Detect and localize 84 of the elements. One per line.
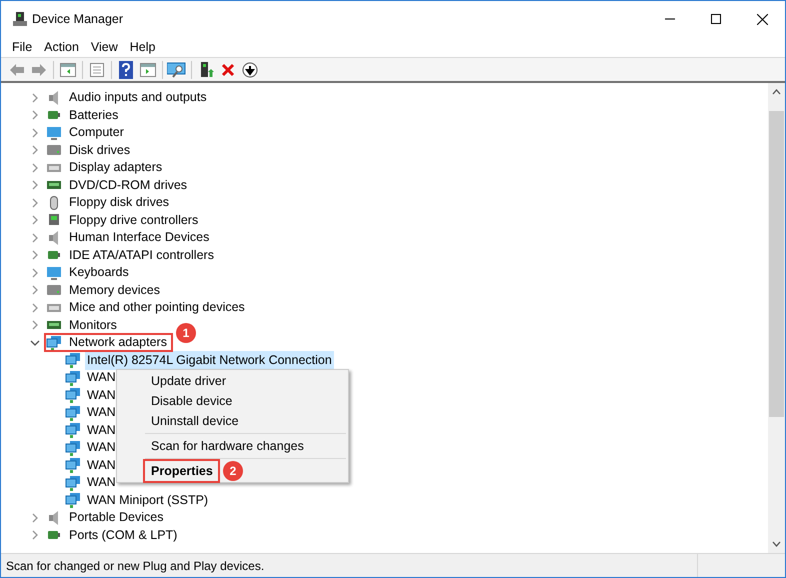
tree-item[interactable]: Keyboards (68, 263, 130, 282)
expand-chevron-icon[interactable] (30, 302, 40, 313)
network-icon (65, 440, 81, 456)
expand-chevron-icon[interactable] (30, 110, 40, 120)
expand-chevron-icon[interactable] (30, 162, 40, 173)
network-icon (65, 492, 81, 508)
monitor-search-icon (167, 62, 187, 78)
network-icon (65, 387, 81, 404)
tree-item[interactable]: Monitors (68, 316, 118, 335)
expand-chevron-icon[interactable] (30, 198, 40, 208)
device-upload-icon (198, 62, 214, 78)
tree-item[interactable]: Network adapters (68, 333, 168, 352)
network-icon (65, 404, 81, 421)
step-badge: 2 (223, 461, 243, 481)
context-menu-item[interactable]: Update driver (117, 371, 348, 391)
monitor-icon (46, 124, 62, 141)
scrollbar[interactable] (768, 83, 785, 553)
tree-item[interactable]: WAN Miniport (SSTP) (85, 490, 210, 510)
expand-chevron-icon[interactable] (30, 285, 40, 296)
app-icon (12, 11, 28, 27)
tree-item[interactable]: DVD/CD-ROM drives (68, 176, 188, 195)
tree-item[interactable]: Floppy disk drives (68, 193, 170, 212)
scroll-thumb[interactable] (769, 111, 784, 417)
network-icon (65, 370, 81, 386)
expand-chevron-icon[interactable] (30, 512, 40, 523)
tree-item[interactable]: Intel(R) 82574L Gigabit Network Connection (85, 350, 334, 370)
tree-item[interactable]: WAN (85, 403, 118, 422)
monitor-icon (46, 264, 62, 281)
expand-chevron-icon[interactable] (30, 232, 40, 243)
menu-item[interactable]: Help (124, 38, 162, 56)
menu-item[interactable]: Action (38, 38, 85, 56)
expand-chevron-icon[interactable] (30, 128, 40, 138)
panel-icon (60, 62, 76, 76)
panel-icon (140, 62, 156, 76)
tree-item[interactable]: Computer (68, 123, 125, 142)
network-icon (65, 422, 81, 438)
tree-item[interactable]: WAN (85, 438, 118, 458)
tree-item[interactable]: Disk drives (68, 140, 132, 160)
tree-item[interactable]: Batteries (68, 106, 120, 125)
tree-item[interactable]: WAN (85, 368, 118, 388)
tree-item[interactable]: IDE ATA/ATAPI controllers (68, 246, 215, 265)
tree-item[interactable]: Ports (COM & LPT) (68, 526, 178, 545)
expand-chevron-icon[interactable] (30, 268, 40, 278)
scroll-up-icon[interactable] (772, 89, 781, 95)
tree-item[interactable]: WAN (85, 456, 118, 475)
tree-item[interactable]: Memory devices (68, 280, 161, 300)
help-icon (118, 60, 134, 78)
tree-item[interactable]: Portable Devices (68, 508, 164, 528)
tree-item[interactable]: Audio inputs and outputs (68, 88, 208, 108)
network-icon (65, 474, 81, 491)
context-menu-item[interactable]: Uninstall device (117, 411, 348, 431)
step-badge: 1 (176, 323, 196, 343)
network-icon (65, 457, 81, 474)
context-menu-item[interactable]: Disable device (117, 391, 348, 411)
expand-chevron-icon[interactable] (30, 215, 40, 226)
down-arrow-circle-icon (242, 62, 258, 78)
expand-chevron-icon[interactable] (30, 180, 40, 190)
context-menu-item[interactable]: Scan for hardware changes (117, 436, 348, 456)
collapse-chevron-icon[interactable] (30, 338, 40, 348)
sheet-icon (89, 62, 105, 78)
tree-item[interactable]: WAN (85, 420, 118, 440)
tree-item[interactable]: Human Interface Devices (68, 228, 210, 248)
expand-chevron-icon[interactable] (30, 92, 40, 103)
maximize-icon (711, 14, 721, 24)
network-icon (65, 352, 81, 368)
expand-chevron-icon[interactable] (30, 530, 40, 540)
menu-item[interactable]: File (6, 38, 38, 56)
menu-item[interactable]: View (84, 38, 124, 56)
expand-chevron-icon[interactable] (30, 250, 40, 260)
status-text: Scan for changed or new Plug and Play devices. (6, 558, 264, 574)
tree-item[interactable]: Floppy drive controllers (68, 210, 200, 230)
forward-arrow-icon (31, 62, 47, 76)
network-icon (46, 334, 62, 351)
close-icon (756, 14, 768, 24)
tree-item[interactable]: Mice and other pointing devices (68, 298, 246, 318)
tree-item[interactable]: Display adapters (68, 158, 164, 178)
cross-icon (221, 62, 235, 76)
expand-chevron-icon[interactable] (30, 320, 40, 330)
tree-item[interactable]: WAN (85, 386, 118, 405)
tree-item[interactable]: WAN (85, 473, 118, 492)
back-arrow-icon (9, 62, 25, 76)
expand-chevron-icon[interactable] (30, 145, 40, 156)
window-title: Device Manager (32, 10, 124, 28)
scroll-down-icon[interactable] (772, 541, 781, 547)
